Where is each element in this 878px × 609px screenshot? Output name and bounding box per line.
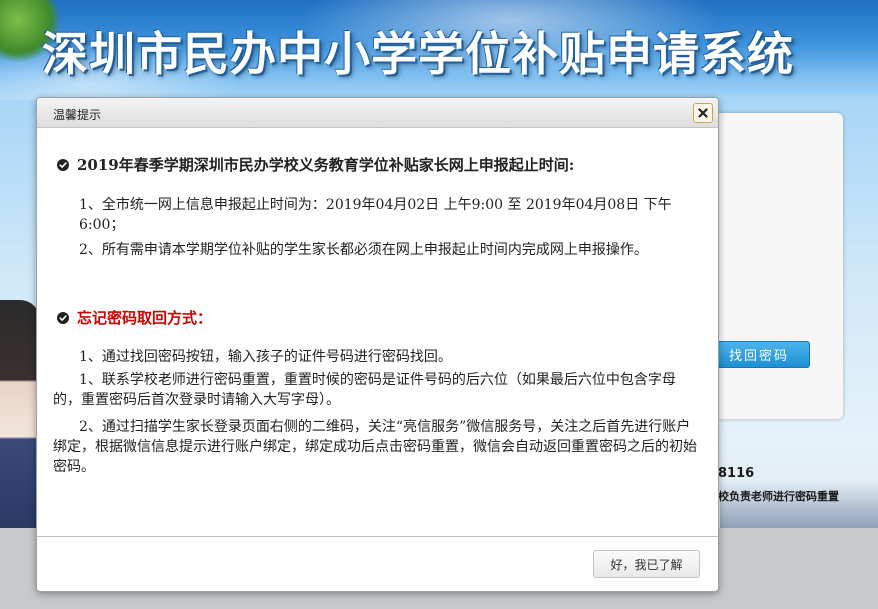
dialog-close-button[interactable] <box>693 103 713 123</box>
section-recover-heading: 忘记密码取回方式： <box>57 307 212 328</box>
dialog-title: 温馨提示 <box>53 108 102 122</box>
section-heading-text: 2019年春季学期深圳市民办学校义务教育学位补贴家长网上申报起止时间: <box>77 156 575 174</box>
contact-note: 校负责老师进行密码重置 <box>718 490 839 503</box>
check-circle-icon <box>57 158 69 171</box>
dialog-divider <box>37 536 718 537</box>
dialog-header: 温馨提示 <box>37 98 718 128</box>
section-deadline-heading: 2019年春季学期深圳市民办学校义务教育学位补贴家长网上申报起止时间: <box>57 154 574 175</box>
close-icon <box>698 108 708 118</box>
deadline-line-2: 2、所有需申请本学期学位补贴的学生家长都必须在网上申报起止时间内完成网上申报操作… <box>79 242 648 258</box>
acknowledge-button[interactable]: 好，我已了解 <box>593 550 700 578</box>
dialog-body: 2019年春季学期深圳市民办学校义务教育学位补贴家长网上申报起止时间: 1、全市… <box>37 129 718 536</box>
recover-password-button[interactable]: 找回密码 <box>710 341 810 368</box>
recover-line-2: 1、联系学校老师进行密码重置，重置时候的密码是证件号码的后六位（如果最后六位中包… <box>53 372 676 408</box>
site-header: 深圳市民办中小学学位补贴申请系统 <box>0 0 878 100</box>
hotline-number: 8116 <box>718 466 755 481</box>
site-title: 深圳市民办中小学学位补贴申请系统 <box>42 27 794 81</box>
notice-dialog: 温馨提示 2019年春季学期深圳市民办学校义务教育学位补贴家长网上申报起止时间:… <box>36 97 719 592</box>
recover-line-3: 2、通过扫描学生家长登录页面右侧的二维码，关注“亮信服务”微信服务号，关注之后首… <box>53 419 697 475</box>
student-illustration <box>0 300 40 528</box>
check-circle-icon <box>57 311 69 324</box>
login-panel <box>700 113 843 419</box>
recover-line-1: 1、通过找回密码按钮，输入孩子的证件号码进行密码找回。 <box>79 349 452 365</box>
section-heading-text: 忘记密码取回方式： <box>77 309 213 327</box>
deadline-line-1: 1、全市统一网上信息申报起止时间为：2019年04月02日 上午9:00 至 2… <box>79 197 672 233</box>
